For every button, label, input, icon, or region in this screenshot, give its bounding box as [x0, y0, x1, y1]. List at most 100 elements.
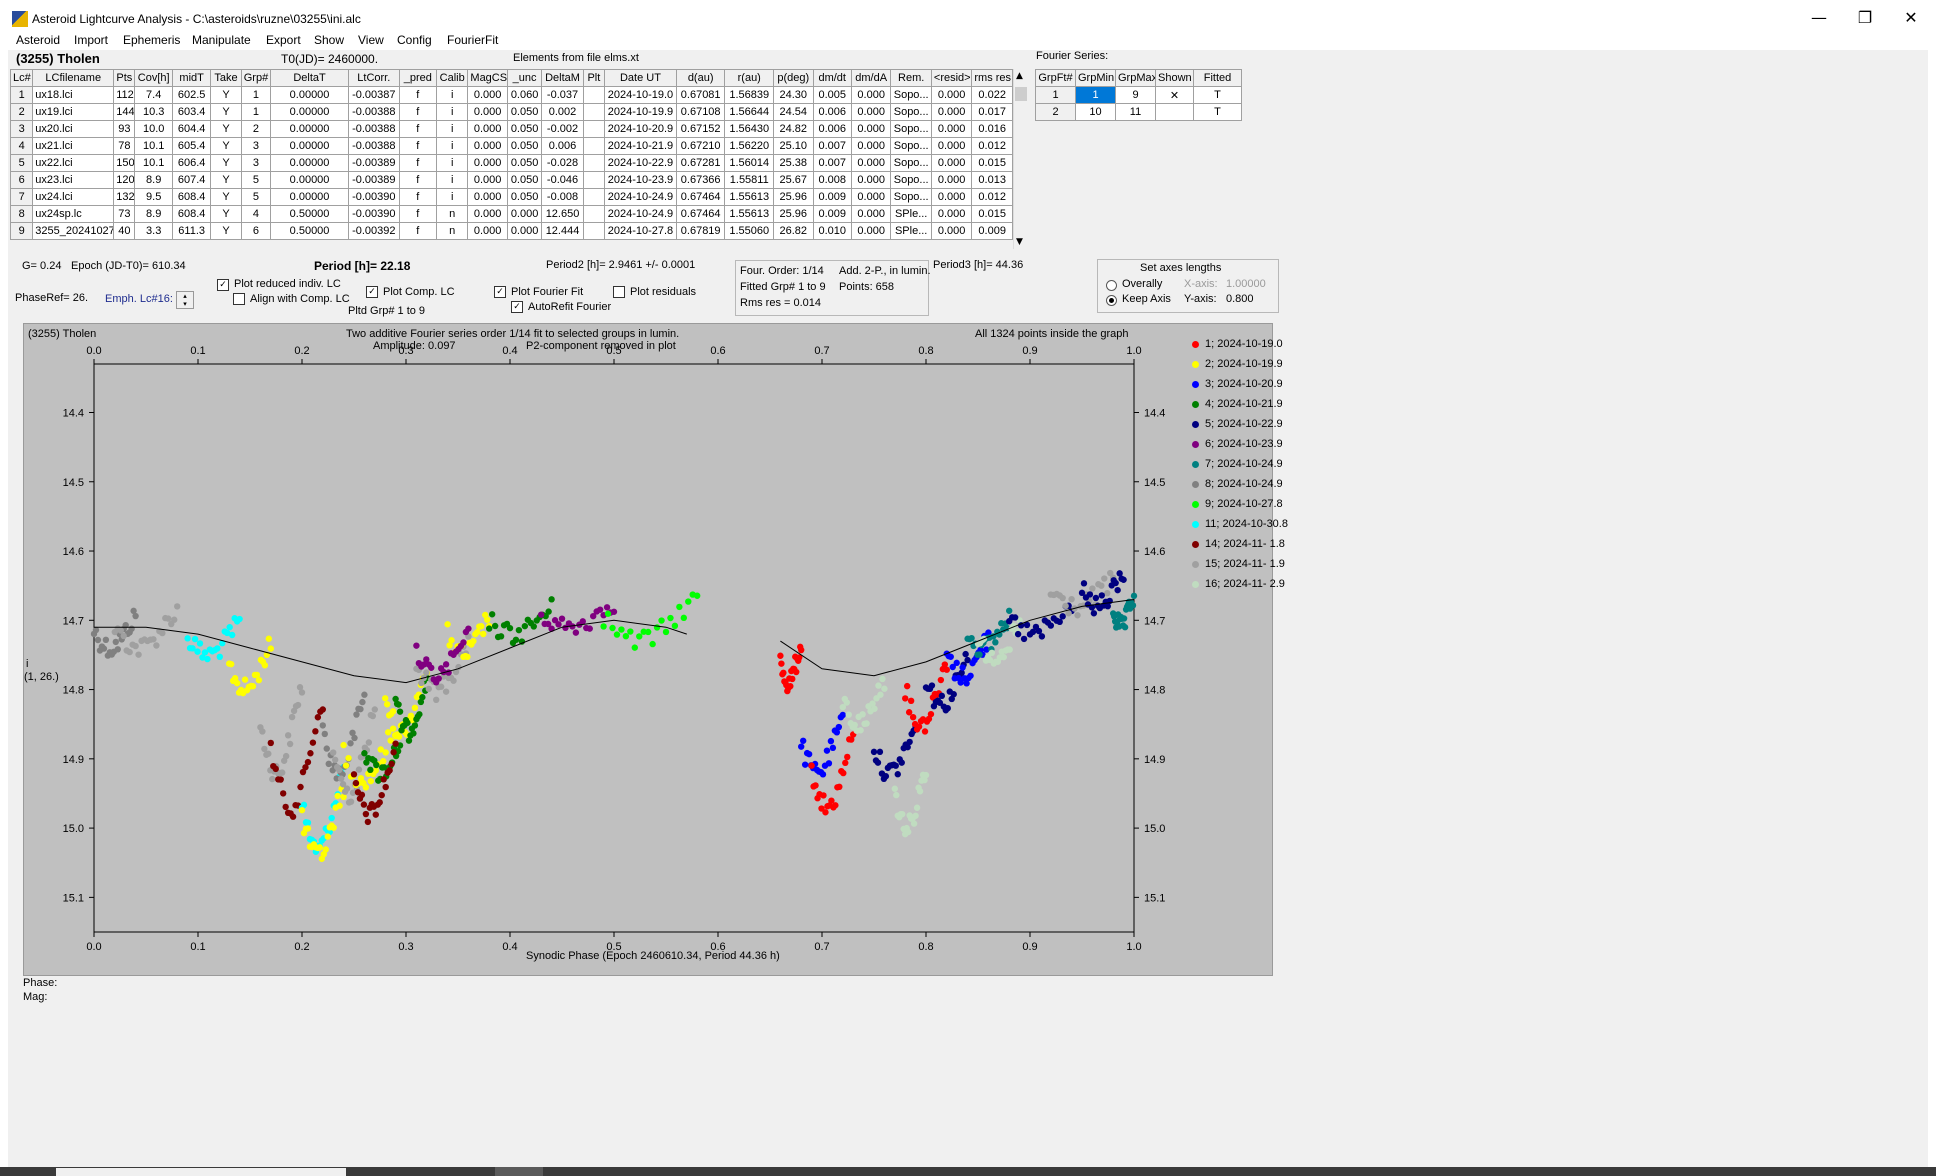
lc-cell[interactable]: 78	[113, 137, 136, 155]
lc-cell[interactable]: 24.82	[773, 120, 814, 138]
lc-cell[interactable]: 0.67210	[675, 137, 726, 155]
lc-cell[interactable]: 6	[9, 171, 34, 189]
lc-col-header[interactable]: Rem.	[890, 69, 932, 87]
menu-view[interactable]: View	[358, 33, 384, 47]
fourier-cell[interactable]: T	[1193, 86, 1242, 104]
lc-cell[interactable]: 0.50000	[270, 205, 349, 223]
lc-cell[interactable]: ux22.lci	[32, 154, 115, 172]
lc-col-header[interactable]: Calib	[436, 69, 469, 87]
align-checkbox[interactable]	[233, 293, 245, 305]
lc-cell[interactable]: 603.4	[171, 103, 212, 121]
lc-cell[interactable]: 25.96	[773, 188, 814, 206]
lc-cell[interactable]: 0.022	[971, 86, 1013, 104]
minimize-button[interactable]: —	[1796, 0, 1842, 36]
menu-ephemeris[interactable]: Ephemeris	[123, 33, 180, 47]
lc-cell[interactable]: 608.4	[171, 205, 212, 223]
lc-cell[interactable]: 0.000	[467, 171, 508, 189]
lc-cell[interactable]: 1.55613	[724, 188, 775, 206]
lc-cell[interactable]: -0.00390	[348, 188, 400, 206]
lc-cell[interactable]: Y	[210, 86, 242, 104]
lc-cell[interactable]: 2024-10-19.0	[604, 86, 677, 104]
lc-cell[interactable]: 93	[113, 120, 136, 138]
lc-cell[interactable]: 0.000	[850, 120, 892, 138]
lc-cell[interactable]: 2024-10-27.8	[604, 222, 677, 240]
menu-show[interactable]: Show	[314, 33, 344, 47]
lc-cell[interactable]	[582, 137, 606, 155]
lc-col-header[interactable]: dm/dt	[812, 69, 852, 87]
lc-cell[interactable]: 0.67081	[675, 86, 726, 104]
lc-cell[interactable]: 0.006	[812, 120, 852, 138]
lc-cell[interactable]	[582, 86, 606, 104]
lc-cell[interactable]: 132	[113, 188, 136, 206]
lc-cell[interactable]	[582, 222, 606, 240]
plot-reduced-checkbox[interactable]: ✓	[217, 279, 229, 291]
lc-row[interactable]: 9 3255_20241027 40 3.3 611.3 Y 6 0.50000 -0.0039…	[9, 222, 1013, 240]
lc-cell[interactable]: 0.000	[467, 222, 508, 240]
y-axis-value[interactable]: 0.800	[1226, 293, 1254, 305]
lc-cell[interactable]: 0.000	[850, 137, 892, 155]
lc-cell[interactable]: 0.015	[971, 154, 1013, 172]
lc-col-header[interactable]: Take	[210, 69, 242, 87]
lc-cell[interactable]: -0.00392	[348, 222, 400, 240]
lc-cell[interactable]: 2024-10-21.9	[604, 137, 677, 155]
lc-col-header[interactable]: Plt	[582, 69, 606, 87]
lc-cell[interactable]: 150	[113, 154, 136, 172]
lc-cell[interactable]: 0.050	[506, 103, 543, 121]
lc-cell[interactable]: 5	[240, 188, 272, 206]
fourier-cell[interactable]: 2	[1035, 103, 1076, 121]
lc-cell[interactable]: 1	[240, 86, 272, 104]
lc-cell[interactable]	[582, 120, 606, 138]
lc-cell[interactable]: 24.54	[773, 103, 814, 121]
lc-col-header[interactable]: Grp#	[240, 69, 272, 87]
lc-cell[interactable]: 0.007	[812, 137, 852, 155]
lc-cell[interactable]: 3	[240, 137, 272, 155]
lc-cell[interactable]: 602.5	[171, 86, 212, 104]
lc-cell[interactable]: 0.009	[812, 205, 852, 223]
lc-cell[interactable]: f	[398, 120, 438, 138]
lc-cell[interactable]: 1	[240, 103, 272, 121]
lc-cell[interactable]: 1.56220	[724, 137, 775, 155]
lc-cell[interactable]: 9	[9, 222, 34, 240]
lc-cell[interactable]: 0.000	[930, 222, 973, 240]
lc-cell[interactable]: i	[436, 120, 469, 138]
restore-button[interactable]: ❐	[1842, 0, 1888, 36]
lc-col-header[interactable]: <resid>	[930, 69, 973, 87]
lc-col-header[interactable]: d(au)	[675, 69, 726, 87]
lc-cell[interactable]: 1.56839	[724, 86, 775, 104]
lc-cell[interactable]: -0.00390	[348, 205, 400, 223]
lc-row[interactable]: 4 ux21.lci 78 10.1 605.4 Y 3 0.00000 -0.00388 f i 0…	[9, 137, 1013, 155]
lc-cell[interactable]: 0.000	[930, 154, 973, 172]
lc-cell[interactable]: ux18.lci	[32, 86, 115, 104]
lc-cell[interactable]: 0.000	[930, 103, 973, 121]
lc-col-header[interactable]: midT	[171, 69, 212, 87]
lc-col-header[interactable]: Pts	[113, 69, 136, 87]
fourier-cell[interactable]: 11	[1115, 103, 1156, 121]
plot-comp-checkbox[interactable]: ✓	[366, 286, 378, 298]
lc-cell[interactable]: Sopo...	[890, 120, 932, 138]
lc-col-header[interactable]: _unc	[506, 69, 543, 87]
lc-cell[interactable]: ux24sp.lc	[32, 205, 115, 223]
lc-cell[interactable]	[582, 154, 606, 172]
lc-cell[interactable]: 0.67281	[675, 154, 726, 172]
lc-cell[interactable]: Y	[210, 137, 242, 155]
lc-cell[interactable]: 0.005	[812, 86, 852, 104]
lc-cell[interactable]: 0.000	[850, 222, 892, 240]
lc-cell[interactable]: f	[398, 86, 438, 104]
lc-cell[interactable]: 611.3	[171, 222, 212, 240]
lc-cell[interactable]: -0.00389	[348, 171, 400, 189]
lc-cell[interactable]: 144	[113, 103, 136, 121]
overally-radio[interactable]	[1106, 280, 1117, 291]
fourier-cell[interactable]: 1	[1035, 86, 1076, 104]
x-axis-value[interactable]: 1.00000	[1226, 278, 1266, 290]
lc-cell[interactable]: 0.000	[850, 103, 892, 121]
lc-cell[interactable]: 2024-10-19.9	[604, 103, 677, 121]
close-button[interactable]: ✕	[1888, 0, 1934, 36]
lc-cell[interactable]: 2024-10-20.9	[604, 120, 677, 138]
lc-cell[interactable]: 0.67152	[675, 120, 726, 138]
lc-cell[interactable]: 8.9	[134, 171, 173, 189]
lc-cell[interactable]: 0.000	[506, 205, 543, 223]
scroll-down-icon[interactable]: ▼	[1016, 237, 1023, 247]
lc-cell[interactable]: 0.000	[467, 120, 508, 138]
fourier-cell[interactable]: T	[1193, 103, 1242, 121]
lc-cell[interactable]: 0.000	[467, 137, 508, 155]
